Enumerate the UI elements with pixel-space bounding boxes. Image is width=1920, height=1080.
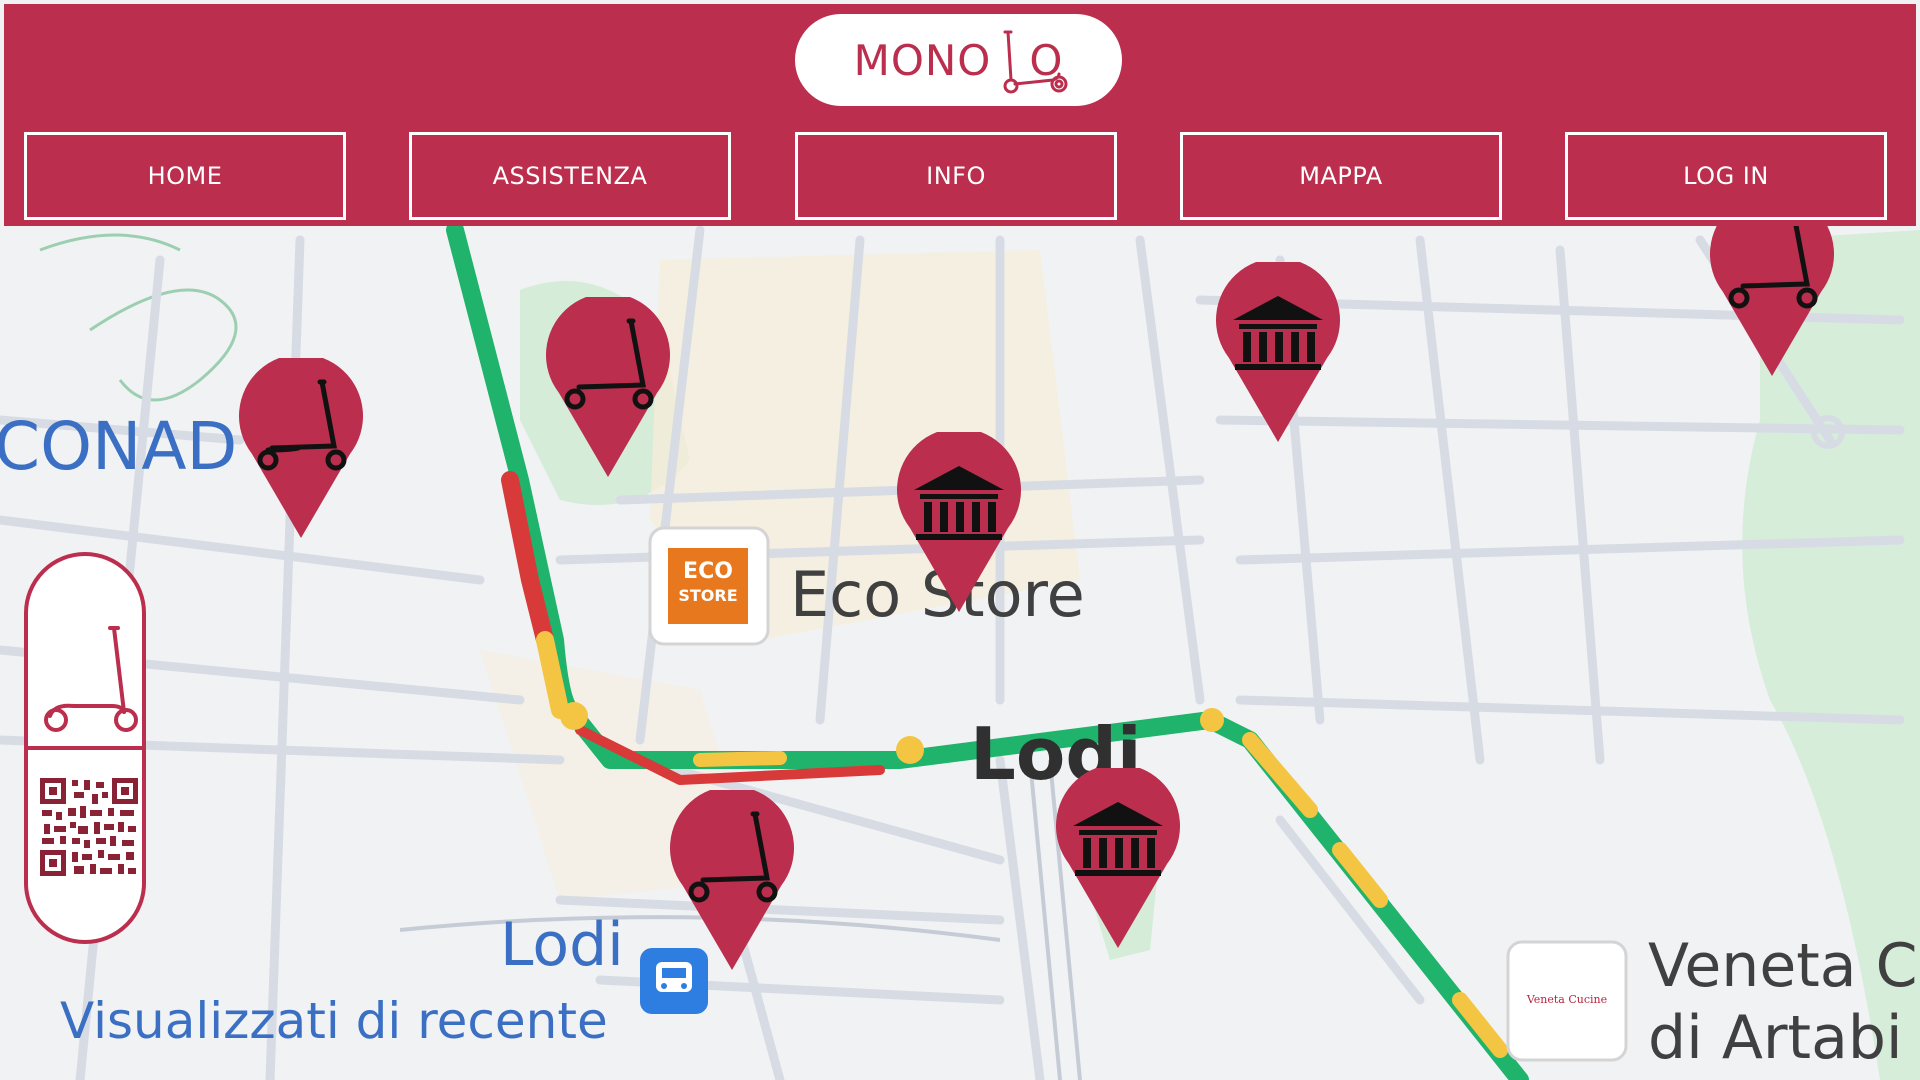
nav-home[interactable]: HOME xyxy=(24,132,346,220)
qr-code-button[interactable] xyxy=(38,776,140,878)
map-label-conad: CONAD xyxy=(0,408,238,485)
nav-info[interactable]: INFO xyxy=(795,132,1117,220)
nav-mappa[interactable]: MAPPA xyxy=(1180,132,1502,220)
side-widget xyxy=(24,552,146,944)
map-label-lodi-station[interactable]: Lodi xyxy=(500,910,624,980)
map-label-recent[interactable]: Visualizzati di recente xyxy=(60,992,608,1050)
scooter-pin[interactable] xyxy=(669,786,795,977)
veneta-line2: di Artabi xyxy=(1648,1003,1903,1073)
side-divider xyxy=(28,746,142,750)
eco-logo-line1: ECO xyxy=(683,559,733,584)
scooter-pin[interactable] xyxy=(238,354,364,545)
qr-code-icon xyxy=(38,776,140,878)
museum-pin[interactable] xyxy=(1055,764,1181,955)
scooter-outline-icon xyxy=(44,626,138,732)
map-label-veneta[interactable]: Veneta C di Artabi xyxy=(1648,930,1918,1074)
eco-logo-line2: STORE xyxy=(678,586,738,605)
scooter-button[interactable] xyxy=(34,616,140,736)
museum-pin[interactable] xyxy=(1215,258,1341,449)
nav-assistenza[interactable]: ASSISTENZA xyxy=(409,132,731,220)
veneta-line1: Veneta C xyxy=(1648,931,1918,1001)
scooter-pin[interactable] xyxy=(545,293,671,484)
logo-scooter-icon xyxy=(1003,30,1068,94)
museum-pin[interactable] xyxy=(896,428,1022,619)
site-header: MONO O HOME ASSISTENZA INFO MAPPA LOG IN xyxy=(4,4,1916,226)
nav-login[interactable]: LOG IN xyxy=(1565,132,1887,220)
eco-store-logo-text: ECO STORE xyxy=(676,560,740,608)
logo-text-left: MONO xyxy=(853,35,992,85)
veneta-logo-text: Veneta Cucine xyxy=(1526,993,1608,1006)
monolo-logo[interactable]: MONO O xyxy=(795,14,1122,106)
